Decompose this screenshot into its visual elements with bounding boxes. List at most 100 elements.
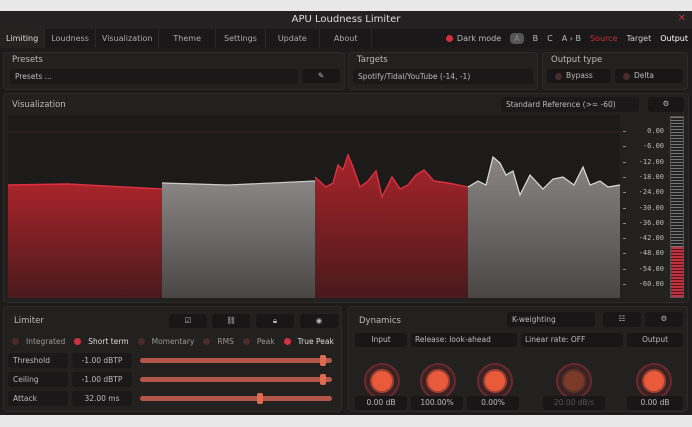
scale-label: -6.00	[642, 142, 664, 151]
tab-about[interactable]: About	[320, 29, 373, 48]
bypass-indicator-icon	[555, 72, 562, 80]
radio-icon	[137, 338, 145, 345]
weighting-select[interactable]: K-weighting	[507, 312, 595, 327]
tab-theme[interactable]: Theme	[159, 29, 217, 48]
a-to-b-button[interactable]: A › B	[562, 34, 581, 43]
param-slider[interactable]	[140, 393, 332, 404]
edit-preset-button[interactable]: ✎	[302, 69, 340, 83]
delta-toggle[interactable]: Delta	[615, 69, 683, 83]
source-button[interactable]: Source	[590, 34, 617, 43]
unlink-icon: ⛓	[226, 316, 236, 325]
scale-tick	[623, 131, 626, 132]
mode-true-peak[interactable]: True Peak	[283, 337, 334, 346]
delta-label: Delta	[634, 71, 655, 80]
scale-label: -48.00	[638, 249, 664, 258]
dynamics-settings-button[interactable]: ⚙	[645, 312, 683, 327]
mode-rms[interactable]: RMS	[203, 337, 234, 346]
source-segment	[8, 184, 162, 298]
param-name: Ceiling	[8, 372, 68, 387]
tab-limiting[interactable]: Limiting	[0, 29, 46, 48]
unlink-button[interactable]: ⛓	[212, 314, 250, 328]
linear-rate-value[interactable]: 20.00 dB/s	[543, 396, 605, 410]
input-value[interactable]: 0.00 dB	[355, 396, 407, 410]
preset-b-button[interactable]: B	[533, 34, 539, 43]
input-knob[interactable]	[364, 363, 400, 399]
scale-tick	[623, 238, 626, 240]
param-value[interactable]: -1.00 dBTP	[72, 372, 132, 387]
param-slider[interactable]	[140, 374, 332, 385]
visualization-settings-button[interactable]: ⚙	[648, 97, 684, 112]
mode-label: Peak	[256, 337, 275, 346]
dark-mode-toggle[interactable]: Dark mode	[445, 34, 502, 43]
limiter-label: Limiter	[14, 316, 44, 326]
preset-a-button[interactable]: A	[510, 33, 524, 44]
release-knob[interactable]	[420, 363, 456, 399]
level-meter	[670, 116, 684, 298]
eye-icon: ◉	[315, 316, 323, 325]
output-knob[interactable]	[636, 363, 672, 399]
release-value[interactable]: 100.00%	[411, 396, 463, 410]
dark-mode-indicator-icon	[445, 35, 453, 42]
slider-thumb[interactable]	[320, 374, 327, 385]
reference-select[interactable]: Standard Reference (>= -60)	[501, 97, 639, 112]
sliders-icon: ☷	[618, 314, 626, 323]
limiter-check-button[interactable]: ☑	[169, 314, 207, 328]
dynamics-label: Dynamics	[359, 316, 401, 326]
gear-icon: ⚙	[660, 314, 668, 323]
mode-short-term[interactable]: Short term	[74, 337, 129, 346]
scale-label: -42.00	[638, 234, 664, 243]
mode-momentary[interactable]: Momentary	[137, 337, 194, 346]
preset-c-button[interactable]: C	[547, 34, 553, 43]
bypass-toggle[interactable]: Bypass	[547, 69, 611, 83]
mode-peak[interactable]: Peak	[242, 337, 275, 346]
output-button[interactable]: Output	[660, 34, 688, 43]
scale-label: -36.00	[638, 218, 664, 227]
target-button[interactable]: Target	[626, 34, 651, 43]
dark-mode-label: Dark mode	[456, 34, 502, 43]
radio-icon	[74, 338, 82, 345]
tab-update[interactable]: Update	[266, 29, 320, 48]
slider-thumb[interactable]	[320, 355, 327, 366]
lock-button[interactable]: 🔒︎	[256, 314, 294, 328]
param-value[interactable]: -1.00 dBTP	[72, 353, 132, 368]
scale-tick	[623, 222, 626, 224]
param-slider[interactable]	[140, 355, 332, 366]
release-amount-value[interactable]: 0.00%	[467, 396, 519, 410]
mode-integrated[interactable]: Integrated	[12, 337, 65, 346]
radio-icon	[283, 338, 291, 345]
scale-label: -18.00	[638, 172, 664, 181]
release-select[interactable]: Release: look-ahead	[411, 333, 517, 347]
scale-tick	[623, 284, 626, 285]
tab-loudness[interactable]: Loudness	[45, 29, 96, 48]
mode-label: Short term	[88, 337, 129, 346]
close-icon[interactable]: ✕	[678, 13, 686, 24]
scale-tick	[623, 161, 626, 163]
radio-icon	[12, 338, 19, 345]
scale-label: -30.00	[638, 203, 664, 212]
scale-label: -24.00	[638, 188, 664, 197]
delta-indicator-icon	[623, 72, 630, 80]
param-value[interactable]: 32.00 ms	[72, 391, 132, 406]
slider-thumb[interactable]	[257, 393, 264, 404]
targets-select[interactable]: Spotify/Tidal/YouTube (-14, -1)	[353, 69, 533, 84]
linear-rate-knob[interactable]	[556, 363, 592, 399]
tab-visualization[interactable]: Visualization	[96, 29, 160, 48]
output-type-label: Output type	[551, 55, 603, 65]
release-amount-knob[interactable]	[477, 363, 513, 399]
tab-settings[interactable]: Settings	[216, 29, 266, 48]
dynamics-mixer-button[interactable]: ☷	[603, 312, 641, 327]
top-right-controls: Dark mode A B C A › B Source Target Outp…	[445, 29, 688, 48]
pencil-icon: ✎	[317, 71, 325, 80]
linear-rate-select[interactable]: Linear rate: OFF	[521, 333, 623, 347]
scale-label: -12.00	[638, 157, 664, 166]
targets-label: Targets	[357, 55, 388, 65]
visualization-label: Visualization	[12, 100, 66, 110]
scale-label: -60.00	[638, 280, 664, 288]
scale-label: -54.00	[638, 264, 664, 273]
output-value[interactable]: 0.00 dB	[627, 396, 683, 410]
presets-label: Presets	[12, 55, 43, 65]
view-button[interactable]: ◉	[300, 314, 338, 328]
presets-panel: Presets Presets ... ✎	[3, 52, 345, 90]
presets-select[interactable]: Presets ...	[10, 69, 298, 84]
target-segment	[162, 181, 315, 298]
